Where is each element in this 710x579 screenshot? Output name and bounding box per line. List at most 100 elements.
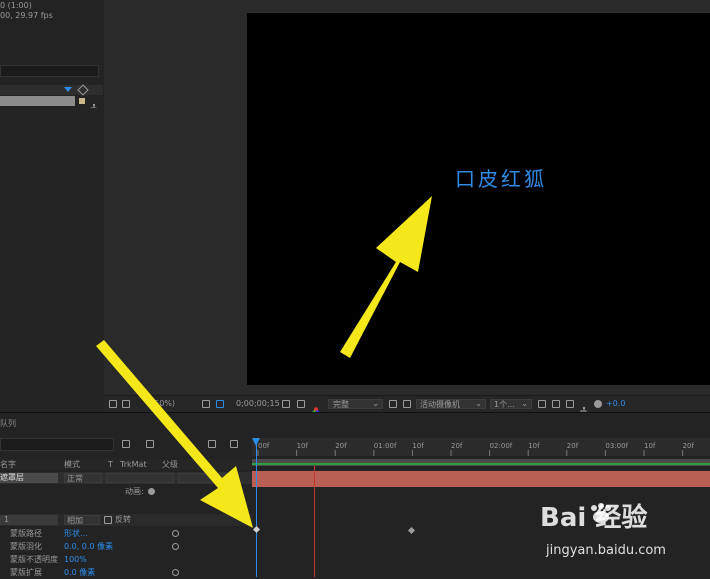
paw-icon (588, 503, 614, 525)
watermark-url: jingyan.baidu.com (546, 543, 666, 558)
shy-layers-icon[interactable] (146, 440, 154, 448)
column-t[interactable]: T (108, 460, 113, 470)
timeline-search-input[interactable] (0, 438, 114, 451)
project-list (0, 108, 103, 408)
ruler-tick-label: 10f (644, 442, 656, 450)
watermark: Bai 经验 jingyan.baidu.com (540, 497, 710, 577)
pick-whip-icon[interactable] (172, 530, 179, 537)
trkmat-dropdown[interactable] (106, 473, 174, 483)
safe-zones-icon[interactable] (202, 400, 210, 408)
timecode-display[interactable]: 0;00;00;15 (236, 399, 280, 409)
ruler-ticks: 00f 10f 20f 01:00f 10f 20f 02:00f 10f 20f 03:00f 1… (257, 442, 695, 456)
label-tag-icon[interactable] (77, 84, 89, 96)
ruler-tick-label: 20f (451, 442, 463, 450)
flowchart-icon[interactable] (90, 97, 98, 111)
color-channels-icon[interactable] (312, 400, 320, 415)
ruler-tick-label: 20f (567, 442, 579, 450)
motion-blur-icon[interactable] (208, 440, 216, 448)
ruler-tick-label: 10f (297, 442, 309, 450)
exposure-value[interactable]: +0.0 (606, 399, 625, 409)
invert-label: 反转 (115, 515, 131, 524)
project-panel: 0 (1:00) 00, 29.97 fps (0, 0, 103, 410)
project-column-header (0, 84, 103, 96)
mask-mode-dropdown[interactable]: 相加 (64, 515, 100, 525)
region-of-interest-icon[interactable] (389, 400, 397, 408)
animate-add-icon[interactable] (148, 488, 155, 495)
reset-exposure-icon[interactable] (594, 400, 602, 408)
mask-feather-value[interactable]: 0.0, 0.0 像素 (64, 542, 113, 552)
layer-duration-bar[interactable] (252, 471, 710, 487)
camera-dropdown[interactable]: 活动摄像机 ⌄ (416, 399, 486, 409)
timeline-icon[interactable] (566, 400, 574, 408)
toggle-pixel-aspect-icon[interactable] (538, 400, 546, 408)
mask-property-row[interactable]: 蒙版羽化 0.0, 0.0 像素 (0, 541, 252, 553)
views-label: 1个... (494, 400, 515, 409)
column-mode[interactable]: 模式 (64, 460, 80, 470)
layer-column-header: 名字 模式 T TrkMat 父级 (0, 459, 252, 470)
work-area-bar[interactable] (252, 459, 710, 466)
camera-snapshot-icon[interactable] (282, 400, 290, 408)
layer-mode-dropdown[interactable]: 正常 (64, 473, 102, 483)
comp-fps: 00, 29.97 fps (0, 11, 53, 20)
mask-feather-label: 蒙版羽化 (10, 542, 42, 551)
chevron-down-icon: ⌄ (475, 399, 482, 408)
ruler-tick-label: 02:00f (490, 442, 513, 450)
comp-duration: 0 (1:00) (0, 1, 32, 10)
cti-head-icon[interactable] (252, 438, 260, 446)
views-dropdown[interactable]: 1个... ⌄ (490, 399, 532, 409)
label-color-icon (79, 98, 85, 104)
ruler-tick-label: 20f (683, 442, 695, 450)
animate-label[interactable]: 动画: (125, 487, 144, 497)
mask-property-row[interactable]: 蒙版扩展 0.0 像素 (0, 567, 252, 579)
sort-arrow-icon[interactable] (64, 87, 72, 92)
cache-indicator (252, 463, 710, 465)
show-snapshot-icon[interactable] (297, 400, 305, 408)
ruler-tick-label: 10f (528, 442, 540, 450)
mask-property-row[interactable]: 蒙版不透明度 100% (0, 554, 252, 566)
layer-mode-label: 正常 (67, 474, 83, 483)
pick-whip-icon[interactable] (172, 543, 179, 550)
column-trkmat[interactable]: TrkMat (120, 460, 147, 470)
camera-label: 活动摄像机 (420, 400, 460, 409)
current-time-indicator[interactable] (252, 438, 260, 577)
playhead-line (314, 466, 315, 577)
layer-name[interactable]: 遮罩层 (0, 473, 58, 483)
viewer-toolbar: (50%) 0;00;00;15 完整 ⌄ 活动摄像机 ⌄ 1个... ⌄ +0.0 (104, 395, 710, 415)
comp-mini-flowchart-icon[interactable] (122, 440, 130, 448)
render-queue-tab[interactable]: 队列 (0, 419, 16, 429)
monitor-icon[interactable] (122, 400, 130, 408)
chevron-down-icon: ⌄ (521, 399, 528, 408)
always-preview-icon[interactable] (109, 400, 117, 408)
mask-path-value[interactable]: 形状... (64, 529, 88, 539)
mask-visibility-icon[interactable] (216, 400, 224, 408)
resolution-label: 完整 (333, 400, 349, 409)
layer-row[interactable]: 遮罩层 正常 (0, 472, 252, 484)
zoom-dropdown[interactable]: (50%) (151, 399, 175, 409)
chevron-down-icon: ⌄ (372, 399, 379, 408)
parent-dropdown[interactable] (178, 473, 238, 483)
mask-mode-label: 相加 (67, 516, 83, 525)
mask-opacity-label: 蒙版不透明度 (10, 555, 58, 564)
column-name[interactable]: 名字 (0, 460, 16, 470)
fast-previews-icon[interactable] (552, 400, 560, 408)
mask-index[interactable]: 1 (0, 515, 58, 525)
project-item-selected[interactable] (0, 96, 75, 106)
resolution-dropdown[interactable]: 完整 ⌄ (328, 399, 383, 409)
column-parent[interactable]: 父级 (162, 460, 178, 470)
composition-canvas[interactable] (247, 13, 710, 385)
ruler-tick-label: 03:00f (605, 442, 628, 450)
mask-opacity-value[interactable]: 100% (64, 555, 87, 565)
project-search-input[interactable] (0, 65, 99, 77)
transparency-grid-icon[interactable] (403, 400, 411, 408)
time-ruler[interactable]: 00f 10f 20f 01:00f 10f 20f 02:00f 10f 20f 03:00f 1… (252, 438, 710, 456)
pick-whip-icon[interactable] (172, 569, 179, 576)
flowchart-icon[interactable] (580, 400, 588, 414)
mask-path-label: 蒙版路径 (10, 529, 42, 538)
composition-text-layer: 口皮红狐 (455, 167, 547, 191)
mask-row[interactable]: 1 相加 反转 (0, 514, 252, 526)
mask-property-row[interactable]: 蒙版路径 形状... (0, 528, 252, 540)
invert-checkbox[interactable] (104, 516, 112, 524)
ruler-tick-label: 01:00f (374, 442, 397, 450)
ruler-tick-label: 20f (335, 442, 347, 450)
graph-editor-icon[interactable] (230, 440, 238, 448)
